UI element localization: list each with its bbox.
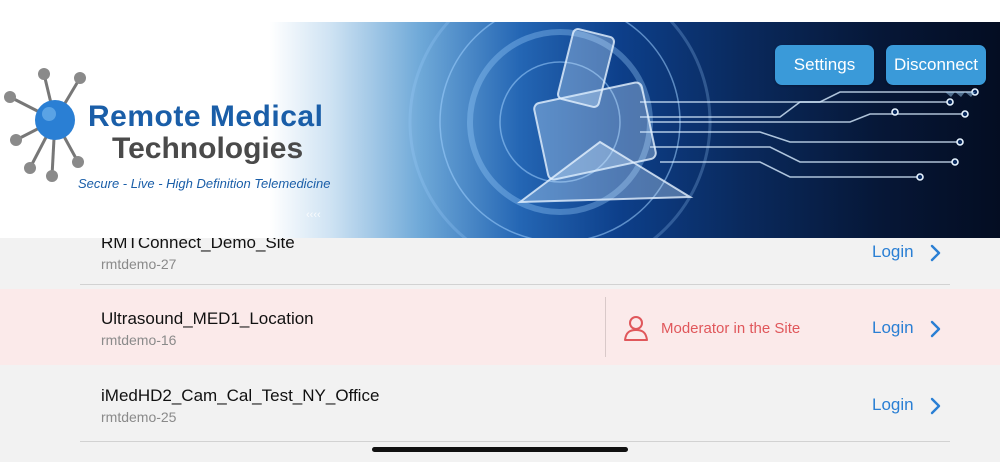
- brand-tagline: Secure - Live - High Definition Telemedi…: [78, 176, 331, 191]
- chevron-right-icon: [930, 320, 941, 338]
- login-button[interactable]: Login: [872, 318, 914, 338]
- row-separator: [605, 297, 606, 357]
- site-row[interactable]: Ultrasound_MED1_Location rmtdemo-16 Mode…: [0, 289, 1000, 365]
- site-row[interactable]: iMedHD2_Cam_Cal_Test_NY_Office rmtdemo-2…: [0, 366, 1000, 442]
- site-name: iMedHD2_Cam_Cal_Test_NY_Office: [101, 386, 380, 405]
- row-divider: [80, 284, 950, 285]
- logo-molecule-icon: [4, 68, 86, 182]
- site-id: rmtdemo-27: [101, 256, 177, 272]
- row-divider: [80, 441, 950, 442]
- site-id: rmtdemo-16: [101, 332, 177, 348]
- chevron-right-icon: [930, 244, 941, 262]
- status-bar: [0, 0, 1000, 22]
- svg-text:‹‹‹‹: ‹‹‹‹: [306, 209, 321, 221]
- login-button[interactable]: Login: [872, 395, 914, 415]
- chevron-right-icon: [930, 397, 941, 415]
- settings-button[interactable]: Settings: [775, 45, 874, 85]
- site-id: rmtdemo-25: [101, 409, 177, 425]
- site-name: Ultrasound_MED1_Location: [101, 309, 314, 328]
- brand-name: Remote Medical: [88, 100, 324, 133]
- moderator-status: Moderator in the Site: [622, 314, 800, 342]
- person-icon: [624, 316, 648, 341]
- login-button[interactable]: Login: [872, 242, 914, 262]
- disconnect-button[interactable]: Disconnect: [886, 45, 986, 85]
- header-banner: ‹‹‹‹ Remote Medical Technologies Secure …: [0, 22, 1000, 238]
- brand-name-line2: Technologies: [112, 132, 304, 165]
- home-indicator: [372, 447, 628, 452]
- moderator-label: Moderator in the Site: [661, 319, 801, 337]
